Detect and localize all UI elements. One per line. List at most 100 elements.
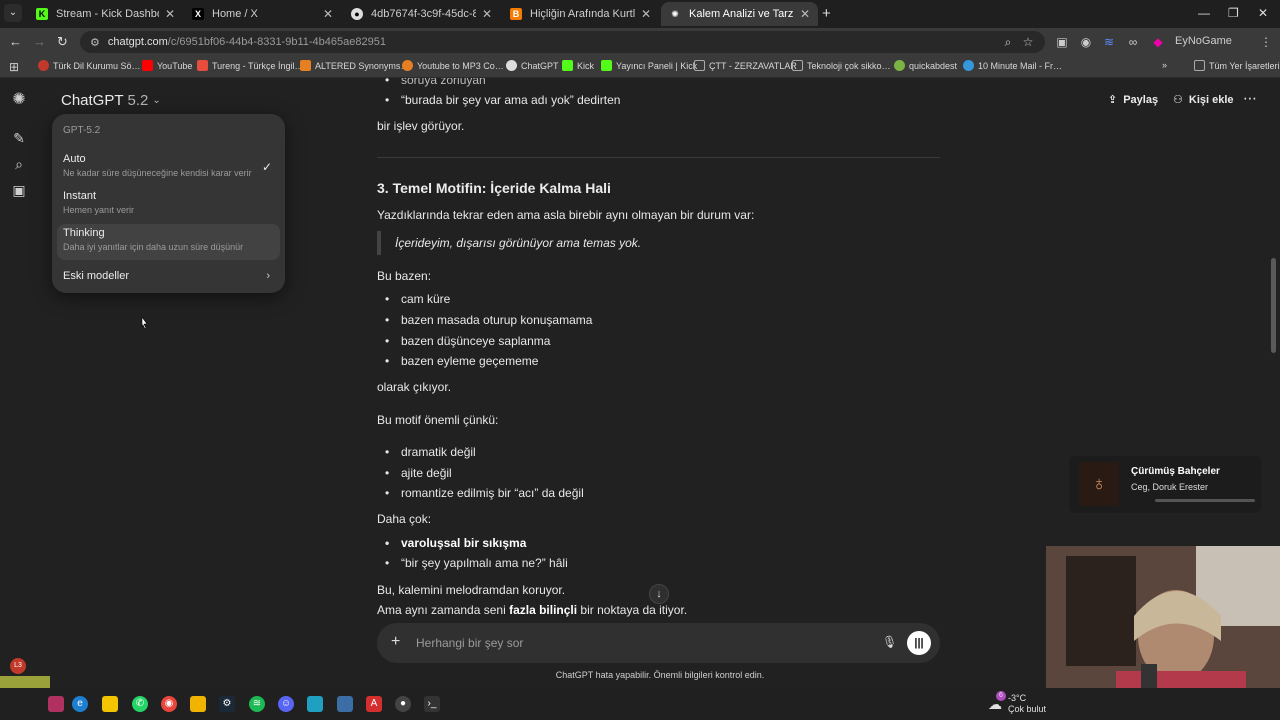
search-icon[interactable]: ⌕: [10, 155, 28, 173]
app-icon[interactable]: [337, 696, 353, 712]
scrollbar[interactable]: [1271, 258, 1276, 353]
all-bookmarks-label: Tüm Yer İşaretleri: [1209, 60, 1280, 71]
app-icon[interactable]: [48, 696, 64, 712]
bookmark-label: 10 Minute Mail - Fr…: [978, 60, 1063, 71]
library-icon[interactable]: ▣: [10, 181, 28, 199]
tab-chatgpt[interactable]: ✺ Kalem Analizi ve Tarzı ✕: [661, 2, 818, 26]
back-icon[interactable]: ←: [9, 34, 22, 49]
bookmark-item[interactable]: ChatGPT: [506, 60, 559, 71]
composer[interactable]: + Herhangi bir şey sor 🎙 |||: [377, 623, 940, 663]
bookmark-star-icon[interactable]: ☆: [1020, 34, 1036, 50]
tab-close-icon[interactable]: ✕: [165, 7, 175, 21]
taskbar: e ✆ ◉ ⚙ ≋ ☺ A ● ›_ ☁ 6 -3°C Çok bulut: [0, 688, 1280, 720]
tab-close-icon[interactable]: ✕: [641, 7, 651, 21]
whatsapp-icon[interactable]: ✆: [132, 696, 148, 712]
restore-icon[interactable]: ❐: [1228, 6, 1239, 20]
bookmark-item[interactable]: quickabdest: [894, 60, 957, 71]
chatgpt-icon: [506, 60, 517, 71]
site-info-icon[interactable]: ⚙: [90, 36, 100, 49]
model-selector-button[interactable]: ChatGPT 5.2 ⌄: [61, 92, 161, 109]
bookmark-icon: [894, 60, 905, 71]
address-bar[interactable]: ⚙ chatgpt.com/c/6951bf06-44b4-8331-9b11-…: [80, 31, 1045, 53]
tab-close-icon[interactable]: ✕: [800, 7, 810, 21]
model-option-auto[interactable]: Auto Ne kadar süre düşüneceğine kendisi …: [57, 150, 280, 186]
voice-mode-button[interactable]: |||: [907, 631, 931, 655]
edge-icon[interactable]: e: [72, 696, 88, 712]
list-item: soruya zorluyan: [385, 78, 486, 90]
obs-icon[interactable]: ●: [395, 696, 411, 712]
new-tab-button[interactable]: +: [822, 5, 831, 22]
paragraph: Ama aynı zamanda seni fazla bilinçli bir…: [377, 600, 687, 618]
terminal-icon[interactable]: ›_: [424, 696, 440, 712]
tab-close-icon[interactable]: ✕: [323, 7, 333, 21]
forward-icon[interactable]: →: [33, 34, 46, 49]
file-explorer-icon[interactable]: [190, 696, 206, 712]
share-button[interactable]: ⇪ Paylaş: [1108, 93, 1158, 107]
microphone-icon[interactable]: 🎙: [882, 635, 897, 649]
x-icon: X: [192, 8, 204, 20]
bookmark-item[interactable]: Türk Dil Kurumu Sö…: [38, 60, 141, 71]
option-name: Auto: [63, 153, 86, 165]
bookmark-item[interactable]: Teknoloji çok sikko…: [792, 60, 891, 71]
extension-icon[interactable]: ◉: [1078, 34, 1094, 50]
song-title: Çürümüş Bahçeler: [1131, 466, 1220, 477]
option-desc: Hemen yanıt verir: [63, 205, 135, 215]
extension-icon[interactable]: ∞: [1125, 34, 1141, 50]
paragraph: Bu, kalemini melodramdan koruyor.: [377, 583, 566, 597]
prompt-input[interactable]: Herhangi bir şey sor: [416, 636, 523, 650]
weather-widget[interactable]: ☁ 6 -3°C Çok bulut: [988, 691, 1046, 715]
menu-icon[interactable]: ⋮: [1258, 34, 1274, 50]
notes-icon[interactable]: [102, 696, 118, 712]
tab-github[interactable]: ● 4db7674f-3c9f-45dc-83e2-ce4… ✕: [343, 2, 500, 26]
chatgpt-logo-icon[interactable]: ✺: [10, 91, 28, 109]
apps-icon[interactable]: ⊞: [6, 59, 22, 75]
scroll-down-button[interactable]: ↓: [649, 584, 669, 604]
add-person-button[interactable]: ⚇ Kişi ekle: [1173, 93, 1234, 107]
bookmark-item[interactable]: ÇTT - ZERZAVATLAR: [694, 60, 797, 71]
tab-bar: ⌄ K Stream - Kick Dashboard ✕ X Home / X…: [0, 0, 1280, 28]
bookmark-item[interactable]: 10 Minute Mail - Fr…: [963, 60, 1062, 71]
model-option-instant[interactable]: Instant Hemen yanıt verir: [57, 187, 280, 223]
more-options-icon[interactable]: ⋯: [1243, 90, 1257, 107]
tab-title: Hiçliğin Arafında Kurtlar ve İnsa…: [530, 8, 635, 20]
extension-icon[interactable]: ▣: [1054, 34, 1070, 50]
translate-icon[interactable]: ≋: [1101, 34, 1117, 50]
all-bookmarks[interactable]: Tüm Yer İşaretleri: [1194, 60, 1280, 71]
bookmark-label: quickabdest: [909, 60, 958, 71]
model-option-thinking[interactable]: Thinking Daha iyi yanıtlar için daha uzu…: [57, 224, 280, 260]
bookmark-item[interactable]: YouTube: [142, 60, 192, 71]
legacy-models-item[interactable]: Eski modeller ›: [57, 266, 280, 288]
bookmark-item[interactable]: ALTERED Synonyms…: [300, 60, 409, 71]
app-icon[interactable]: [307, 696, 323, 712]
reload-icon[interactable]: ↻: [57, 34, 68, 50]
steam-icon[interactable]: ⚙: [219, 696, 235, 712]
bookmark-item[interactable]: Youtube to MP3 Co…: [402, 60, 504, 71]
new-chat-icon[interactable]: ✎: [10, 129, 28, 147]
bookmark-item[interactable]: Kick: [562, 60, 594, 71]
bookmarks-overflow[interactable]: »: [1162, 60, 1167, 70]
chrome-icon[interactable]: ◉: [161, 696, 177, 712]
tab-kick-dashboard[interactable]: K Stream - Kick Dashboard ✕: [28, 2, 183, 26]
bookmark-item[interactable]: Yayıncı Paneli | Kick: [601, 60, 697, 71]
discord-icon[interactable]: ☺: [278, 696, 294, 712]
tab-blogger[interactable]: B Hiçliğin Arafında Kurtlar ve İnsa… ✕: [502, 2, 659, 26]
tab-search-button[interactable]: ⌄: [4, 4, 22, 22]
acrobat-icon[interactable]: A: [366, 696, 382, 712]
list-item: ajite değil: [385, 463, 452, 483]
model-version: 5.2: [127, 92, 149, 109]
zoom-icon[interactable]: ⌕: [1000, 34, 1016, 50]
profile-name[interactable]: EyNoGame: [1175, 35, 1232, 47]
spotify-icon[interactable]: ≋: [249, 696, 265, 712]
close-window-icon[interactable]: ✕: [1258, 6, 1268, 20]
option-name: Thinking: [63, 227, 105, 239]
bookmark-item[interactable]: Tureng - Türkçe İngil…: [197, 60, 304, 71]
extension-icon[interactable]: ◆: [1150, 34, 1166, 50]
plus-icon[interactable]: +: [391, 633, 400, 651]
tureng-icon: [197, 60, 208, 71]
notification-badge: L3: [10, 658, 26, 674]
tab-close-icon[interactable]: ✕: [482, 7, 492, 21]
minimize-icon[interactable]: —: [1198, 6, 1210, 20]
tab-x-home[interactable]: X Home / X ✕: [184, 2, 341, 26]
bold-span: fazla bilinçli: [509, 603, 578, 617]
paragraph: Bu motif önemli çünkü:: [377, 413, 499, 427]
